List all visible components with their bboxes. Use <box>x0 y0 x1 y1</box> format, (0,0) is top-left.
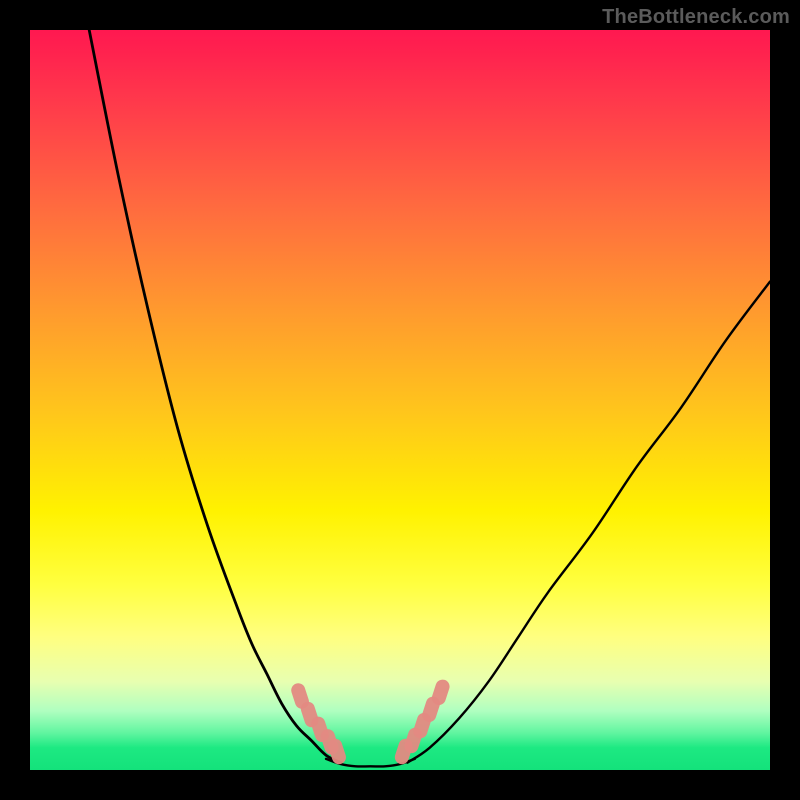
chart-stage: TheBottleneck.com <box>0 0 800 800</box>
curves-svg <box>30 30 770 770</box>
plot-area <box>30 30 770 770</box>
markers-left-cluster <box>289 681 347 766</box>
series-left-curve <box>89 30 341 763</box>
watermark-label: TheBottleneck.com <box>602 6 790 29</box>
generated-curves <box>89 30 770 766</box>
series-right-curve <box>407 282 770 763</box>
